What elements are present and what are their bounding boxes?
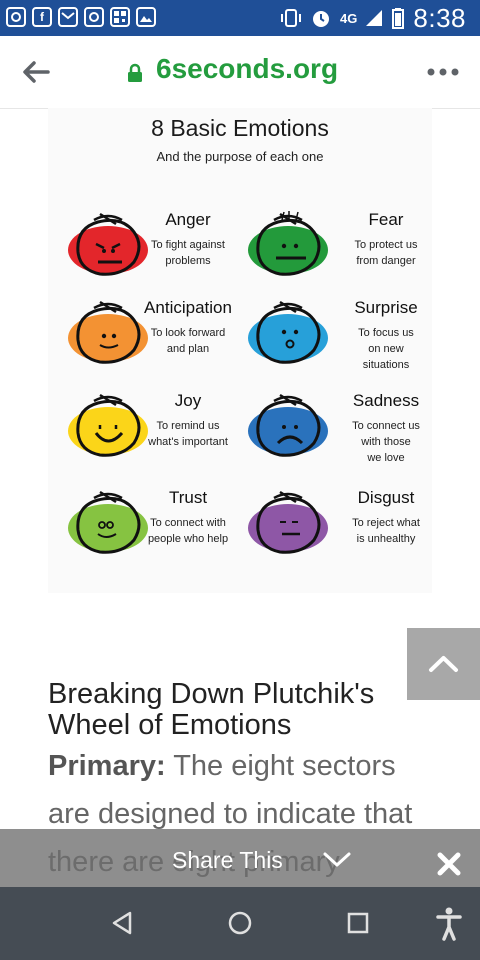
purpose-line: from danger (356, 255, 416, 267)
system-nav-bar (0, 887, 480, 960)
emotion-sadness: Sadness To connect us with those we love (240, 391, 432, 481)
emotion-purpose: To connect us with those we love (326, 418, 446, 466)
close-icon[interactable] (436, 851, 462, 877)
qr-icon (110, 7, 130, 27)
network-type: 4G (340, 10, 358, 26)
paragraph-bold-label: Primary: (48, 750, 166, 782)
infographic-subtitle: And the purpose of each one (156, 149, 324, 164)
share-label[interactable]: Share This (172, 847, 283, 874)
face-icon (248, 211, 328, 276)
emotion-trust: Trust To connect with people who help (48, 488, 240, 578)
emotion-purpose: To remind us what's important (128, 418, 248, 450)
battery-icon (392, 8, 405, 29)
face-icon (248, 393, 328, 457)
facebook-icon: f (32, 7, 52, 27)
back-triangle-icon[interactable] (110, 909, 134, 937)
emotion-disgust: Disgust To reject what is unhealthy (240, 488, 432, 578)
recents-square-icon[interactable] (345, 909, 371, 937)
purpose-line: To fight against (151, 239, 225, 251)
emotion-joy: Joy To remind us what's important (48, 391, 240, 481)
emotion-purpose: To protect us from danger (326, 237, 446, 269)
purpose-line: is unhealthy (356, 533, 416, 545)
scroll-to-top-button[interactable] (407, 628, 480, 700)
emotion-name: Sadness (352, 391, 420, 410)
emotions-infographic: 8 Basic Emotions And the purpose of each… (48, 108, 432, 593)
purpose-line: To connect us (352, 420, 420, 432)
url-text[interactable]: 6seconds.org (156, 53, 338, 85)
face-icon (248, 490, 328, 554)
purpose-line: with those (361, 436, 411, 448)
article-heading: Breaking Down Plutchik's Wheel of Emotio… (48, 678, 375, 741)
emotion-anticipation: Anticipation To look forward and plan (48, 298, 240, 388)
emotion-purpose: To focus us on new situations (326, 325, 446, 373)
back-arrow-icon[interactable] (22, 60, 50, 84)
emotion-purpose: To fight against problems (128, 237, 248, 269)
emotion-surprise: Surprise To focus us on new situations (240, 298, 432, 388)
purpose-line: and plan (166, 343, 210, 355)
infographic-title: 8 Basic Emotions (151, 115, 329, 141)
chevron-down-icon[interactable] (322, 851, 352, 869)
emotion-name: Anger (165, 210, 211, 229)
emotion-fear: Fear To protect us from danger (240, 210, 432, 300)
signal-icon (366, 10, 383, 26)
alarm-icon (313, 11, 330, 27)
status-bar: f 4G 8:38 (0, 0, 480, 36)
purpose-line: what's important (148, 436, 228, 448)
purpose-line: To look forward (150, 327, 226, 339)
gmail-icon (58, 7, 78, 27)
chevron-up-icon (429, 656, 458, 672)
emotion-name: Trust (168, 488, 208, 507)
purpose-line: To focus us (358, 327, 414, 339)
purpose-line: problems (165, 255, 211, 267)
accessibility-icon[interactable] (436, 907, 462, 941)
purpose-line: situations (362, 359, 410, 371)
emotion-purpose: To reject what is unhealthy (326, 515, 446, 547)
emotion-purpose: To connect with people who help (128, 515, 248, 547)
emotion-purpose: To look forward and plan (128, 325, 248, 357)
vibrate-icon (281, 9, 302, 27)
emotion-name: Anticipation (144, 298, 232, 317)
gallery-icon (136, 7, 156, 27)
purpose-line: To protect us (354, 239, 418, 251)
emotion-anger: Anger To fight against problems (48, 210, 240, 300)
more-vert-icon[interactable] (426, 67, 460, 77)
purpose-line: we love (367, 452, 405, 464)
home-circle-icon[interactable] (227, 909, 253, 937)
instagram-icon (84, 7, 104, 27)
instagram-icon (6, 7, 26, 27)
face-icon (248, 300, 328, 364)
purpose-line: To connect with (150, 517, 226, 529)
emotion-name: Fear (368, 210, 404, 229)
purpose-line: To reject what (352, 517, 420, 529)
lock-icon (128, 63, 142, 82)
emotion-name: Joy (174, 391, 202, 410)
share-bar[interactable]: Share This (0, 829, 480, 887)
browser-toolbar: 6seconds.org (0, 36, 480, 109)
clock: 8:38 (413, 2, 466, 33)
emotion-name: Surprise (354, 298, 418, 317)
purpose-line: To remind us (156, 420, 220, 432)
purpose-line: on new (368, 343, 404, 355)
notification-icons: f (6, 7, 156, 29)
emotion-name: Disgust (357, 488, 415, 507)
purpose-line: people who help (147, 533, 229, 545)
